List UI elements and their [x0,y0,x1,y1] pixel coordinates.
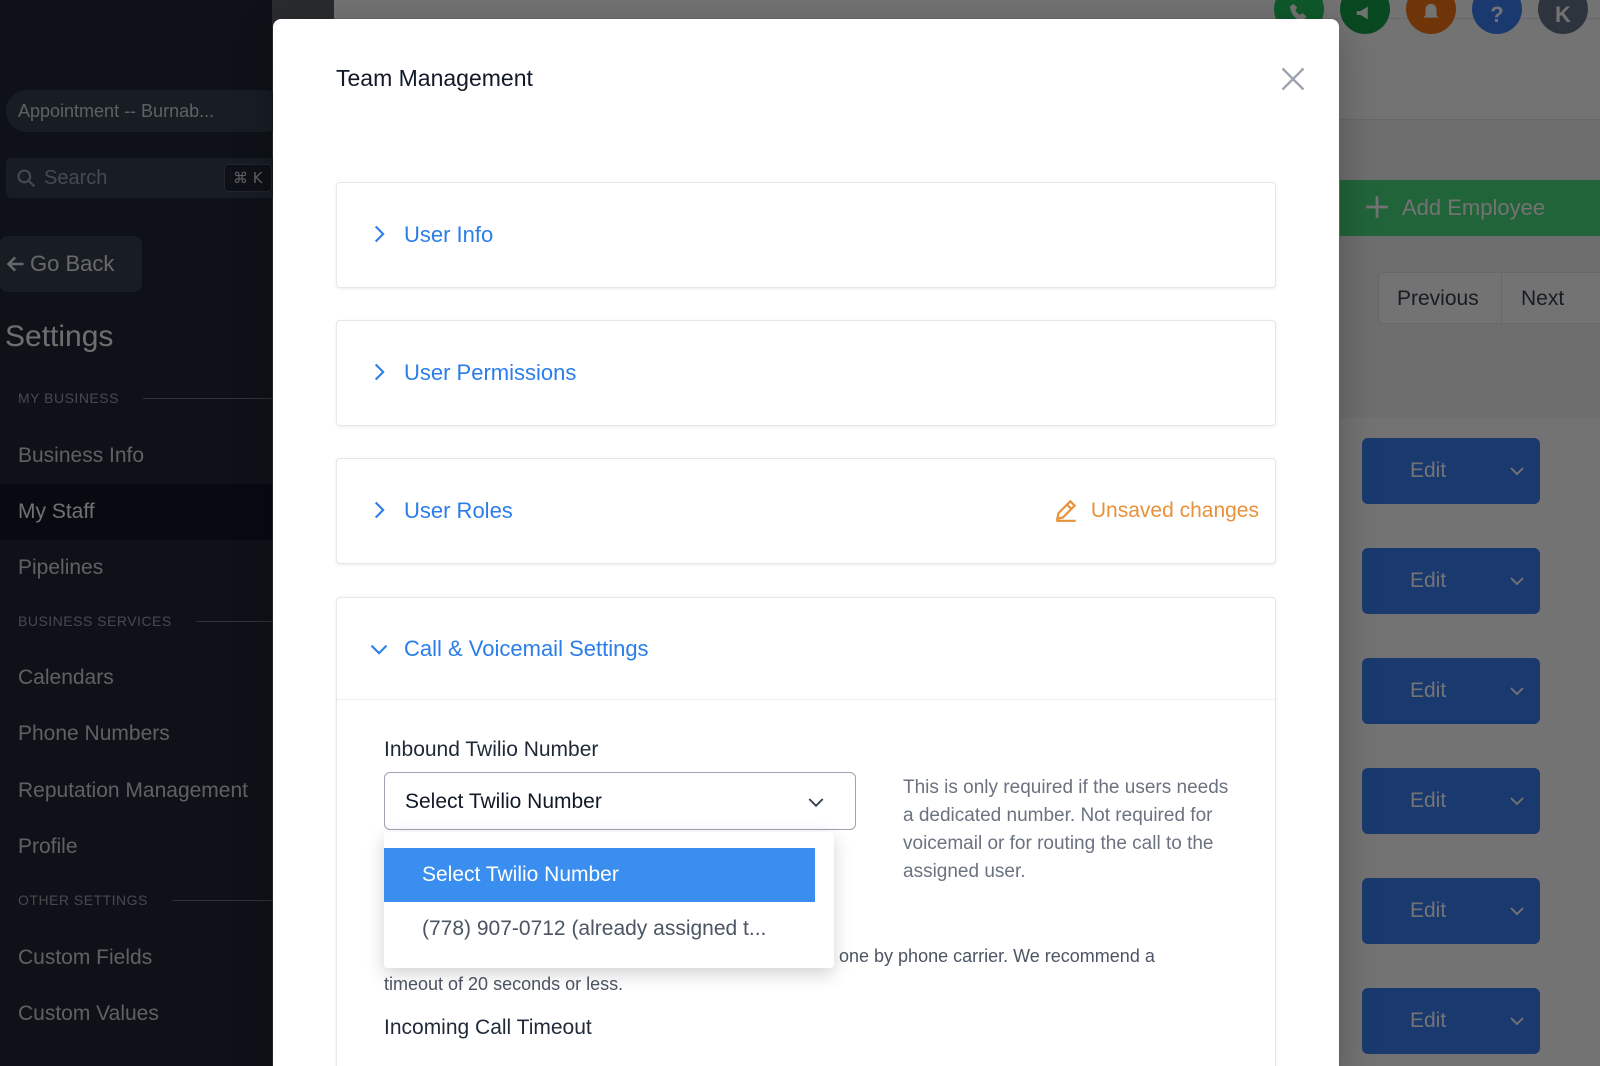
sidebar-item-business-info[interactable]: Business Info [0,428,272,484]
timeout-note-line1: one by phone carrier. We recommend a [839,946,1155,966]
incoming-call-timeout-label: Incoming Call Timeout [384,1016,592,1039]
timeout-note-line2: timeout of 20 seconds or less. [384,974,624,994]
accordion-user-permissions: User Permissions [336,320,1276,426]
edit-button[interactable]: Edit [1362,658,1540,724]
add-employee-label: Add Employee [1402,195,1546,220]
unsaved-changes-label: Unsaved changes [1090,499,1259,522]
pagination: Previous Next [1378,272,1600,325]
add-employee-button[interactable]: Add Employee [1340,180,1600,236]
dropdown-option[interactable]: Select Twilio Number [384,848,815,902]
avatar-initials: K [1555,2,1571,27]
previous-page-button[interactable]: Previous [1397,273,1479,325]
sidebar: Appointment -- Burnab... Search ⌘ K Go B… [0,0,396,1066]
search-placeholder: Search [44,167,108,189]
plus-icon [1366,196,1388,218]
sidebar-item-custom-values[interactable]: Custom Values [0,986,272,1042]
accordion-header-user-permissions[interactable]: User Permissions [337,321,1275,425]
arrow-left-icon [6,256,24,272]
accordion-header-user-roles[interactable]: User Roles Unsaved changes [337,459,1275,563]
next-page-button[interactable]: Next [1521,273,1564,325]
edit-button[interactable]: Edit [1362,548,1540,614]
edit-button[interactable]: Edit [1362,878,1540,944]
sidebar-item-custom-fields[interactable]: Custom Fields [0,930,272,986]
accordion-label: User Permissions [404,360,577,385]
settings-title: Settings [5,320,114,353]
twilio-number-select[interactable]: Select Twilio Number [384,772,856,830]
staff-table [1340,418,1600,1066]
chevron-down-icon [808,798,824,808]
bell-icon [1423,3,1439,18]
chevron-down-icon [1510,687,1524,696]
chevron-right-icon [374,501,385,519]
sidebar-item-pipelines[interactable]: Pipelines [0,540,272,596]
pencil-icon [1055,499,1077,522]
unsaved-changes-badge: Unsaved changes [1053,459,1259,563]
close-icon[interactable] [1279,65,1307,93]
accordion-call-voicemail: Call & Voicemail Settings Inbound Twilio… [336,597,1276,1066]
chevron-down-icon [1510,577,1524,586]
go-back-button[interactable]: Go Back [0,236,142,292]
edit-button[interactable]: Edit [1362,768,1540,834]
team-management-modal: Team Management User Info User Permissio… [273,19,1339,1066]
dropdown-option[interactable]: (778) 907-0712 (already assigned t... [384,902,834,956]
accordion-label: User Info [404,222,494,247]
chevron-down-icon [1510,467,1524,476]
accordion-header-user-info[interactable]: User Info [337,183,1275,287]
chevron-down-icon [370,644,388,655]
chevron-down-icon [1510,1017,1524,1026]
accordion-user-roles: User Roles Unsaved changes [336,458,1276,564]
chevron-down-icon [1510,797,1524,806]
edit-button[interactable]: Edit [1362,438,1540,504]
sidebar-item-phone-numbers[interactable]: Phone Numbers [0,706,272,762]
megaphone-icon [1356,6,1368,20]
inbound-twilio-label: Inbound Twilio Number [384,738,599,761]
twilio-help-text: This is only required if the users needs… [903,777,1229,882]
modal-title: Team Management [336,65,533,91]
chevron-right-icon [374,363,385,381]
select-value: Select Twilio Number [405,790,602,813]
sidebar-item-profile[interactable]: Profile [0,819,272,875]
chevron-right-icon [374,225,385,243]
sidebar-item-my-staff[interactable]: My Staff [0,484,272,540]
accordion-user-info: User Info [336,182,1276,288]
edit-button[interactable]: Edit [1362,988,1540,1054]
search-shortcut: ⌘ K [224,164,272,192]
accordion-header-call-voicemail[interactable]: Call & Voicemail Settings [337,598,1275,700]
help-icon: ? [1490,2,1504,27]
accordion-label: Call & Voicemail Settings [404,636,649,661]
sidebar-item-calendars[interactable]: Calendars [0,650,272,706]
go-back-label: Go Back [30,251,115,276]
twilio-number-dropdown: Select Twilio Number (778) 907-0712 (alr… [384,832,834,968]
location-switcher[interactable]: Appointment -- Burnab... [6,90,286,132]
accordion-label: User Roles [404,498,513,523]
sidebar-item-reputation-management[interactable]: Reputation Management [0,763,272,819]
search-icon [17,169,36,188]
chevron-down-icon [1510,907,1524,916]
